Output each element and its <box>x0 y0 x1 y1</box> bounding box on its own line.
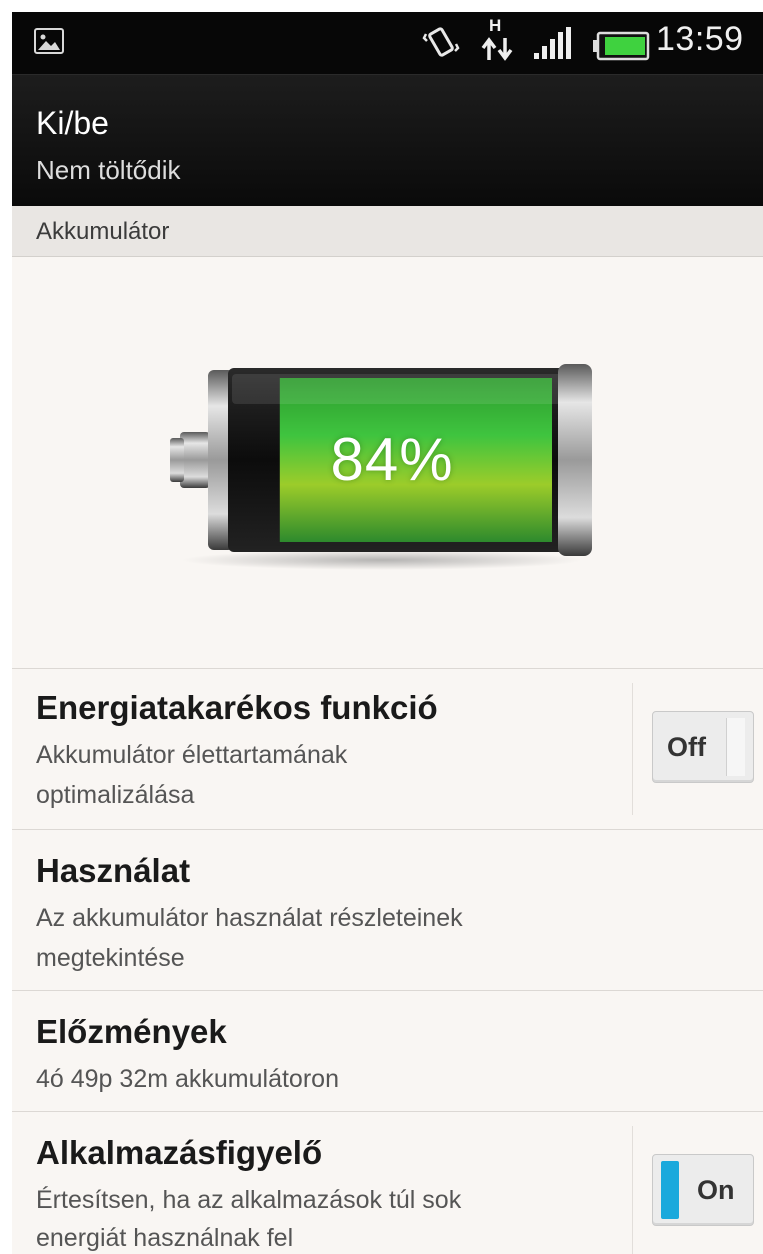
battery-status-icon <box>593 31 650 61</box>
gallery-notification-icon <box>34 28 64 54</box>
usage-row[interactable]: Használat Az akkumulátor használat részl… <box>12 830 763 990</box>
power-saver-toggle-label: Off <box>667 732 706 762</box>
app-monitor-title: Alkalmazásfigyelő <box>36 1134 323 1171</box>
app-monitor-subtitle-line1: Értesítsen, ha az alkalmazások túl sok <box>36 1186 462 1214</box>
power-saver-row[interactable]: Energiatakarékos funkció Akkumulátor éle… <box>12 669 763 829</box>
page-title: Ki/be <box>36 105 109 141</box>
phone-screen: H 13:59 Ki/be Nem töltődik Akkumulátor 8… <box>12 12 763 1254</box>
page-subtitle: Nem töltődik <box>36 155 181 185</box>
app-monitor-row[interactable]: Alkalmazásfigyelő Értesítsen, ha az alka… <box>12 1112 763 1254</box>
section-header-label: Akkumulátor <box>36 218 170 245</box>
vibrate-icon <box>422 27 460 57</box>
network-type-label: H <box>489 16 502 35</box>
power-saver-subtitle-line1: Akkumulátor élettartamának <box>36 741 348 769</box>
toggle-slider <box>661 1161 679 1219</box>
usage-subtitle-line1: Az akkumulátor használat részleteinek <box>36 904 463 932</box>
usage-subtitle-line2: megtekintése <box>36 944 185 972</box>
history-row[interactable]: Előzmények 4ó 49p 32m akkumulátoron <box>12 991 763 1111</box>
app-monitor-toggle[interactable]: On <box>652 1154 754 1226</box>
app-monitor-subtitle-line2: energiát használnak fel <box>36 1224 294 1252</box>
data-network-icon: H <box>480 16 514 62</box>
battery-percentage: 84% <box>330 426 454 493</box>
app-monitor-toggle-label: On <box>697 1175 735 1205</box>
power-saver-toggle[interactable]: Off <box>652 711 754 783</box>
row-separator <box>632 1126 633 1254</box>
history-subtitle: 4ó 49p 32m akkumulátoron <box>36 1065 339 1093</box>
battery-graphic: 84% <box>12 257 763 669</box>
history-title: Előzmények <box>36 1013 227 1050</box>
usage-title: Használat <box>36 852 191 889</box>
toggle-slider <box>726 718 745 776</box>
power-saver-title: Energiatakarékos funkció <box>36 689 438 726</box>
signal-strength-icon <box>534 27 571 59</box>
title-bar: Ki/be Nem töltődik <box>12 74 763 207</box>
section-header: Akkumulátor <box>12 206 763 257</box>
clock: 13:59 <box>656 20 744 58</box>
power-saver-subtitle-line2: optimalizálása <box>36 781 195 809</box>
row-separator <box>632 683 633 815</box>
status-bar: H 13:59 <box>12 12 763 74</box>
